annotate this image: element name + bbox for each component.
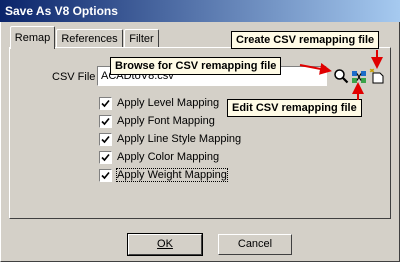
csv-file-label: CSV File <box>52 71 96 83</box>
tab-remap[interactable]: Remap <box>10 26 55 49</box>
level-mapping-checkbox[interactable] <box>99 97 112 110</box>
checkmark-icon <box>101 135 110 144</box>
ok-button[interactable]: OK <box>127 233 203 256</box>
edit-remap-icon <box>352 71 366 83</box>
ok-button-label: OK <box>157 238 173 250</box>
checkmark-icon <box>101 117 110 126</box>
color-mapping-label: Apply Color Mapping <box>117 151 220 163</box>
tab-filter[interactable]: Filter <box>124 29 159 48</box>
edit-csv-button[interactable] <box>351 69 367 85</box>
font-mapping-checkbox[interactable] <box>99 115 112 128</box>
font-mapping-label: Apply Font Mapping <box>117 115 215 127</box>
new-file-icon <box>369 68 384 84</box>
tab-references[interactable]: References <box>56 29 123 48</box>
create-csv-button[interactable] <box>369 68 385 84</box>
color-mapping-checkbox[interactable] <box>99 151 112 164</box>
magnifier-icon <box>334 69 349 84</box>
edit-csv-callout: Edit CSV remapping file <box>227 99 362 117</box>
browse-csv-callout: Browse for CSV remapping file <box>110 57 282 75</box>
level-mapping-label: Apply Level Mapping <box>117 97 220 109</box>
checkmark-icon <box>101 99 110 108</box>
cancel-button[interactable]: Cancel <box>218 234 292 255</box>
window-title: Save As V8 Options <box>0 0 400 22</box>
browse-csv-button[interactable] <box>333 68 349 84</box>
create-csv-callout: Create CSV remapping file <box>231 31 380 49</box>
checkmark-icon <box>101 171 110 180</box>
weight-mapping-checkbox[interactable] <box>99 169 112 182</box>
cancel-button-label: Cancel <box>237 238 273 250</box>
tab-remap-label: Remap <box>14 32 51 44</box>
checkmark-icon <box>101 153 110 162</box>
line-style-mapping-checkbox[interactable] <box>99 133 112 146</box>
tab-references-label: References <box>61 33 118 45</box>
line-style-mapping-label: Apply Line Style Mapping <box>117 133 242 145</box>
tab-filter-label: Filter <box>129 33 154 45</box>
weight-mapping-label: Apply Weight Mapping <box>116 168 228 182</box>
